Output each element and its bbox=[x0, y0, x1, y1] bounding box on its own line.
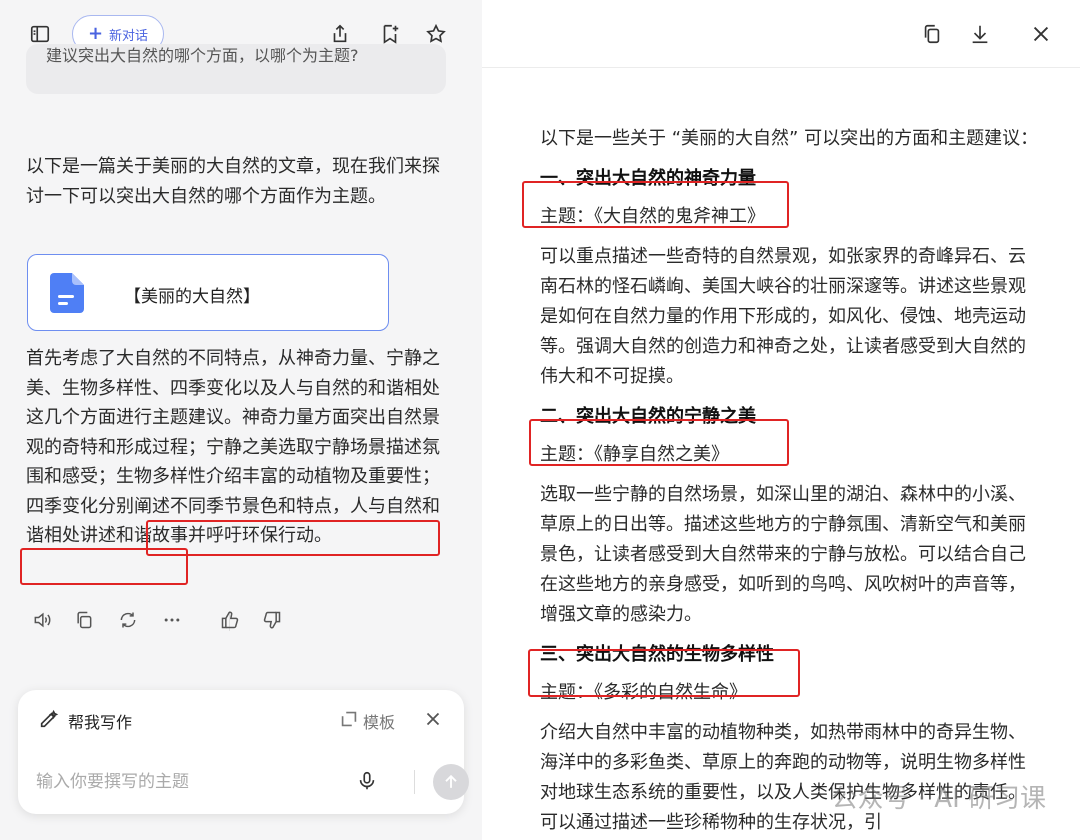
copy-document-icon[interactable] bbox=[916, 18, 948, 50]
previous-user-message: 建议突出大自然的哪个方面，以哪个为主题? bbox=[26, 44, 446, 94]
download-icon[interactable] bbox=[964, 18, 996, 50]
document-icon bbox=[50, 273, 84, 313]
write-mode-label: 帮我写作 bbox=[68, 713, 133, 732]
highlight-box bbox=[20, 548, 188, 585]
watermark: 公众号 · AI 研习课 bbox=[831, 784, 1046, 814]
document-card-title: 【美丽的大自然】 bbox=[124, 287, 260, 307]
section-body: 可以重点描述一些奇特的自然景观，如张家界的奇峰异石、云南石林的怪石嶙峋、美国大峡… bbox=[540, 246, 1026, 387]
regenerate-icon[interactable] bbox=[114, 606, 142, 634]
section-heading: 一、突出大自然的神奇力量 bbox=[540, 168, 756, 189]
writing-assistant-icon bbox=[34, 704, 64, 734]
template-button[interactable]: 模板 bbox=[363, 709, 395, 733]
plus-icon: + bbox=[87, 23, 104, 44]
document-card[interactable]: 【美丽的大自然】 bbox=[27, 254, 389, 331]
thumbs-up-icon[interactable] bbox=[216, 606, 244, 634]
section-theme: 主题：《多彩的自然生命》 bbox=[540, 682, 747, 703]
section-theme: 主题：《大自然的鬼斧神工》 bbox=[540, 206, 765, 227]
assistant-answer-text: 首先考虑了大自然的不同特点，从神奇力量、宁静之美、生物多样性、四季变化以及人与自… bbox=[26, 348, 440, 546]
chat-pane: + 新对话 建议突出大自然的哪个方面，以哪个为主题? 以下是一篇关于美丽的大自然… bbox=[0, 0, 482, 840]
topic-input[interactable] bbox=[36, 770, 336, 794]
document-intro: 以下是一些关于 “美丽的大自然” 可以突出的方面和主题建议： bbox=[540, 128, 1039, 149]
section-heading: 三、突出大自然的生物多样性 bbox=[540, 644, 774, 665]
composer: 帮我写作 模板 bbox=[18, 690, 469, 814]
microphone-icon[interactable] bbox=[352, 766, 382, 796]
document-body: 以下是一些关于 “美丽的大自然” 可以突出的方面和主题建议： 一、突出大自然的神… bbox=[540, 124, 1040, 838]
template-icon[interactable] bbox=[334, 704, 364, 734]
section-body: 选取一些宁静的自然场景，如深山里的湖泊、森林中的小溪、草原上的日出等。描述这些地… bbox=[540, 484, 1026, 625]
more-icon[interactable] bbox=[158, 606, 186, 634]
document-toolbar bbox=[482, 0, 1080, 68]
previous-user-message-text: 建议突出大自然的哪个方面，以哪个为主题? bbox=[46, 46, 359, 65]
read-aloud-icon[interactable] bbox=[28, 606, 56, 634]
section-theme: 主题：《静享自然之美》 bbox=[540, 444, 729, 465]
close-composer-icon[interactable] bbox=[418, 704, 448, 734]
section-heading: 二、突出大自然的宁静之美 bbox=[540, 406, 756, 427]
assistant-intro-text: 以下是一篇关于美丽的大自然的文章，现在我们来探讨一下可以突出大自然的哪个方面作为… bbox=[26, 156, 440, 207]
arrow-up-icon bbox=[445, 774, 457, 788]
thumbs-down-icon[interactable] bbox=[258, 606, 286, 634]
document-pane: 以下是一些关于 “美丽的大自然” 可以突出的方面和主题建议： 一、突出大自然的神… bbox=[482, 0, 1080, 840]
message-actions bbox=[28, 606, 298, 636]
new-chat-label: 新对话 bbox=[109, 28, 149, 44]
composer-header: 帮我写作 模板 bbox=[18, 690, 464, 748]
close-icon[interactable] bbox=[1025, 18, 1057, 50]
composer-divider bbox=[414, 770, 415, 794]
copy-icon[interactable] bbox=[70, 606, 98, 634]
send-button[interactable] bbox=[433, 764, 469, 800]
